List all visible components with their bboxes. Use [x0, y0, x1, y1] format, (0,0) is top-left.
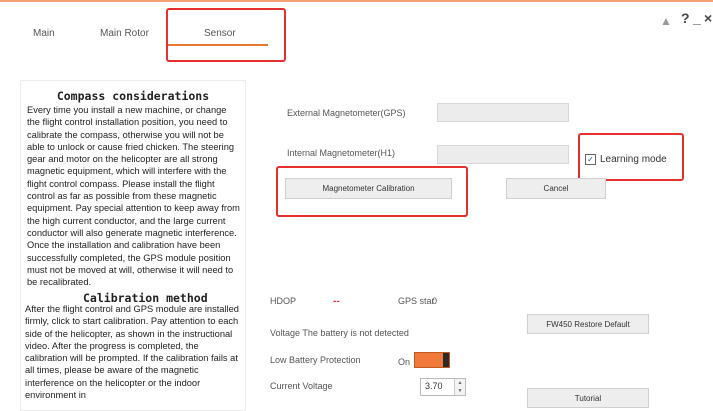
magnetometer-calibration-button[interactable]: Magnetometer Calibration	[285, 178, 452, 199]
internal-magnetometer-label: Internal Magnetometer(H1)	[287, 148, 396, 158]
low-battery-label: Low Battery Protection	[270, 355, 361, 365]
cancel-button[interactable]: Cancel	[506, 178, 606, 199]
help-icon[interactable]: ?	[681, 10, 690, 26]
active-tab-indicator	[168, 44, 268, 46]
external-magnetometer-field	[437, 103, 569, 122]
current-voltage-stepper[interactable]: 3.70 ▲ ▼	[420, 378, 466, 396]
calibration-text: After the flight control and GPS module …	[25, 304, 239, 401]
info-panel: Compass considerations Every time you in…	[20, 80, 246, 411]
voltage-status: Voltage The battery is not detected	[270, 328, 409, 338]
compass-title: Compass considerations	[56, 89, 210, 103]
tutorial-button[interactable]: Tutorial	[527, 388, 649, 408]
toggle-knob[interactable]	[443, 353, 449, 367]
tab-sensor[interactable]: Sensor	[204, 28, 236, 39]
learning-mode-checkbox[interactable]: ✓ Learning mode	[585, 154, 667, 165]
current-voltage-value[interactable]: 3.70	[425, 381, 443, 391]
current-voltage-label: Current Voltage	[270, 381, 333, 391]
tab-main[interactable]: Main	[33, 28, 55, 39]
external-magnetometer-label: External Magnetometer(GPS)	[287, 108, 406, 118]
top-accent-line	[0, 0, 713, 2]
hdop-value: --	[333, 296, 340, 307]
low-battery-toggle[interactable]	[414, 352, 450, 368]
shirt-icon[interactable]: ▲	[660, 14, 672, 28]
gps-star-label: GPS star	[398, 296, 435, 306]
gps-star-value: 0	[432, 296, 438, 306]
stepper-arrows-icon[interactable]: ▲ ▼	[454, 379, 465, 395]
check-icon[interactable]: ✓	[585, 154, 596, 165]
internal-magnetometer-field	[437, 145, 569, 164]
low-battery-state: On	[398, 357, 411, 367]
minimize-icon[interactable]: _	[693, 10, 701, 26]
tab-main-rotor[interactable]: Main Rotor	[100, 28, 149, 39]
restore-default-button[interactable]: FW450 Restore Default	[527, 314, 649, 334]
compass-text: Every time you install a new machine, or…	[27, 105, 240, 288]
learning-mode-label: Learning mode	[600, 154, 667, 165]
close-icon[interactable]: ×	[704, 10, 712, 26]
hdop-label: HDOP	[270, 296, 297, 306]
